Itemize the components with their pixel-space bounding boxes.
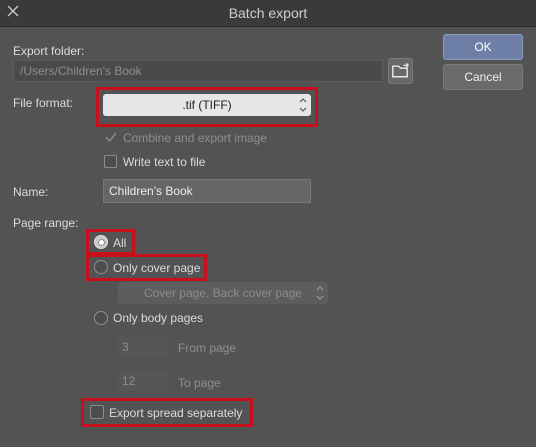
from-page-input[interactable]: 3: [118, 337, 168, 357]
updown-chevron-icon: [299, 98, 307, 112]
export-folder-label: Export folder:: [13, 44, 85, 58]
radio-only-cover-label: Only cover page: [113, 261, 201, 275]
from-page-label: From page: [178, 341, 237, 355]
radio-all-label: All: [113, 236, 127, 250]
ok-button[interactable]: OK: [443, 34, 523, 60]
export-spread-label: Export spread separately: [109, 406, 243, 420]
folder-icon: [392, 62, 410, 78]
to-page-input[interactable]: 12: [118, 371, 168, 391]
radio-only-body-label: Only body pages: [113, 311, 204, 325]
window-title: Batch export: [228, 5, 308, 21]
to-page-label: To page: [178, 376, 221, 390]
file-format-select[interactable]: .tif (TIFF): [103, 94, 311, 116]
export-folder-field[interactable]: /Users/Children's Book: [13, 60, 383, 82]
batch-export-dialog: Batch export OK Cancel Export folder: /U…: [0, 0, 536, 447]
page-range-label: Page range:: [13, 216, 79, 230]
cancel-button[interactable]: Cancel: [443, 64, 523, 90]
name-input[interactable]: Children's Book: [103, 179, 311, 203]
radio-only-body[interactable]: [94, 311, 108, 325]
write-text-checkbox[interactable]: [104, 155, 117, 168]
export-spread-checkbox[interactable]: [90, 405, 104, 419]
file-format-label: File format:: [13, 96, 74, 110]
checkmark-icon: [105, 132, 117, 143]
file-format-value: .tif (TIFF): [182, 98, 232, 112]
browse-folder-button[interactable]: [388, 58, 413, 84]
title-bar: Batch export: [0, 0, 536, 27]
cover-page-select[interactable]: Cover page, Back cover page: [118, 282, 328, 304]
radio-all[interactable]: [94, 235, 108, 249]
radio-only-cover[interactable]: [94, 260, 108, 274]
write-text-label: Write text to file: [123, 155, 206, 169]
combine-export-label: Combine and export image: [123, 131, 268, 145]
updown-chevron-icon: [316, 286, 324, 300]
name-label: Name:: [13, 185, 49, 199]
cover-page-select-value: Cover page, Back cover page: [143, 286, 303, 300]
